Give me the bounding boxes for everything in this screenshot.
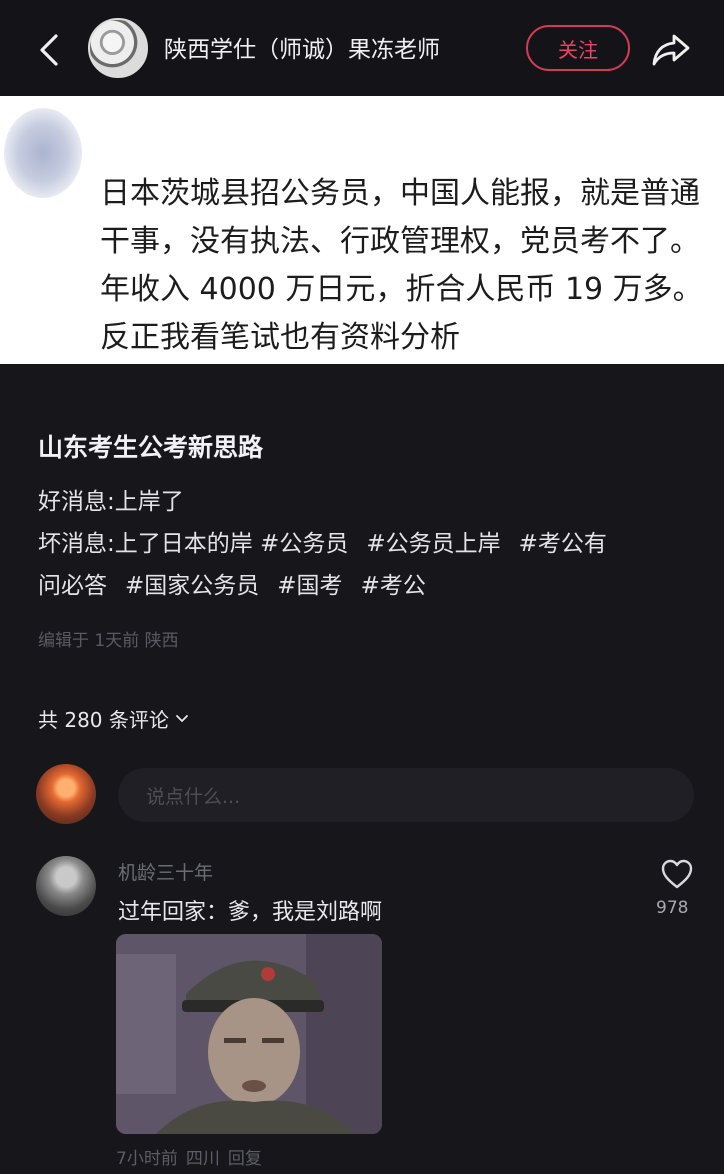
comment-input[interactable]: 说点什么... xyxy=(118,768,694,822)
blurred-avatar xyxy=(4,108,82,198)
author-name[interactable]: 陕西学仕（师诚）果冻老师 xyxy=(164,30,440,64)
comment-location: 四川 xyxy=(185,1149,220,1169)
top-bar: 陕西学仕（师诚）果冻老师 关注 xyxy=(0,0,724,96)
commenter-avatar[interactable] xyxy=(36,856,96,916)
comment-text: 过年回家：爹，我是刘路啊 xyxy=(118,900,383,925)
comments-count-toggle[interactable]: 共 280 条评论 xyxy=(38,704,189,733)
image-caption-text: 日本茨城县招公务员，中国人能报，就是普通干事，没有执法、行政管理权，党员考不了。… xyxy=(100,176,703,355)
hashtag[interactable]: #考公 xyxy=(361,573,426,599)
post-body-line: 问必答 #国家公务员 #国考 #考公 xyxy=(38,566,444,600)
commenter-name[interactable]: 机龄三十年 xyxy=(118,858,213,885)
comment-meta: 7小时前 四川 回复 xyxy=(116,1144,270,1169)
comment-time: 7小时前 xyxy=(116,1149,178,1169)
hashtag[interactable]: 问必答 xyxy=(38,573,107,599)
hashtag[interactable]: #公务员 xyxy=(260,531,348,557)
post-page: 陕西学仕（师诚）果冻老师 关注 日本茨城县招公务员，中国人能报，就是普通干事，没… xyxy=(0,0,724,1174)
hashtag[interactable]: #国家公务员 xyxy=(125,573,259,599)
post-body-text: 坏消息:上了日本的岸 xyxy=(38,531,261,557)
author-avatar[interactable] xyxy=(88,18,148,78)
hashtag[interactable]: #国考 xyxy=(277,573,342,599)
comments-count-label: 共 280 条评论 xyxy=(38,708,169,732)
like-count: 978 xyxy=(656,898,689,918)
post-title: 山东考生公考新思路 xyxy=(38,433,264,462)
heart-icon[interactable] xyxy=(660,858,694,890)
post-body-line: 好消息:上岸了 xyxy=(38,489,184,515)
hashtag[interactable]: #考公有 xyxy=(519,531,607,557)
comment-image[interactable] xyxy=(116,934,382,1134)
post-image[interactable]: 日本茨城县招公务员，中国人能报，就是普通干事，没有执法、行政管理权，党员考不了。… xyxy=(0,96,724,364)
post-meta: 编辑于 1天前 陕西 xyxy=(38,631,179,651)
my-avatar xyxy=(36,764,96,824)
soldier-photo xyxy=(116,934,382,1134)
share-icon[interactable] xyxy=(650,28,692,70)
hashtag[interactable]: #公务员上岸 xyxy=(366,531,500,557)
post-body-line: 坏消息:上了日本的岸 #公务员 #公务员上岸 #考公有 xyxy=(38,524,607,558)
follow-button[interactable]: 关注 xyxy=(526,25,630,71)
reply-button[interactable]: 回复 xyxy=(228,1149,262,1169)
chevron-down-icon xyxy=(175,714,188,722)
back-icon[interactable] xyxy=(30,30,70,70)
